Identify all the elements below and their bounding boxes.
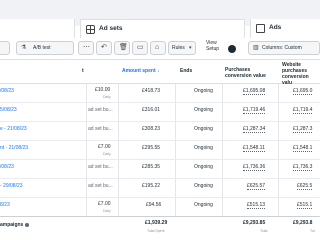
ends-value: Ongoing (194, 126, 213, 132)
purchases-conversion-value: £1,287.34 (243, 126, 266, 133)
tag-icon: ⌂ (155, 44, 160, 51)
ad-set-name[interactable]: e - 21/08/23 (0, 126, 27, 132)
ad-set-name[interactable]: /08/23 (0, 88, 14, 94)
tab-ad-sets[interactable]: Ad sets (80, 19, 245, 38)
tab-ads-label: Ads (269, 24, 282, 31)
website-purchases-conversion-value: £1,719.4 (293, 107, 313, 114)
budget-value: ad set bu... (88, 126, 113, 132)
ad-set-name[interactable]: 8/23 (0, 202, 10, 208)
header-purchases-conversion-value[interactable]: Purchases conversion value (225, 67, 275, 79)
budget-value: ad set bu... (88, 107, 113, 113)
table-row[interactable]: /08/23 ad set bu... £285.35 Ongoing £1,7… (0, 160, 320, 179)
ad-sets-table: t Amount spent ↓ Ends Purchases conversi… (0, 61, 320, 240)
ads-box-icon (256, 24, 265, 33)
total-amount-spent-sub: Total Spent (147, 229, 165, 233)
table-row[interactable]: /08/23 £10.00 Daily £418.73 Ongoing £1,6… (0, 84, 320, 103)
totals-row: ampaigns £1,939.29 Total Spent £9,293.85… (0, 216, 320, 240)
amount-spent: £308.23 (142, 126, 161, 132)
amount-spent: £94.56 (146, 202, 162, 208)
export-button[interactable]: ▭ (132, 41, 148, 55)
view-setup-label: View Setup (206, 40, 220, 52)
budget-value: ad set bu... (88, 183, 113, 189)
budget-value: £10.00 (95, 87, 111, 93)
ends-value: Ongoing (194, 145, 213, 151)
trash-icon: 🗑 (119, 44, 128, 51)
ends-value: Ongoing (194, 183, 213, 189)
purchases-conversion-value: £625.57 (247, 183, 266, 190)
header-amount-spent[interactable]: Amount spent ↓ (122, 68, 160, 74)
columns-icon: ▥ (253, 45, 259, 51)
header-budget[interactable]: t (82, 68, 84, 74)
website-purchases-conversion-value: £515.1 (297, 202, 313, 209)
undo-button[interactable]: ↶ (96, 41, 112, 55)
table-row[interactable]: nt - 21/08/23 £7.00 Daily £295.55 Ongoin… (0, 141, 320, 160)
tag-button[interactable]: ⌂ (150, 41, 166, 55)
total-pcv-sub: Total (260, 229, 268, 233)
ab-test-label: A/B test (33, 45, 51, 51)
ends-value: Ongoing (194, 88, 213, 94)
toolbar: ⚗ A/B test ⋯ ↶ 🗑 ▭ ⌂ Rules ▾ View Setup … (0, 38, 320, 60)
website-purchases-conversion-value: £1,287.3 (293, 126, 313, 133)
more-icon: ⋯ (83, 44, 90, 51)
view-setup-toggle[interactable] (228, 45, 236, 53)
columns-button[interactable]: ▥ Columns: Custom (248, 41, 320, 55)
purchases-conversion-value: £1,719.46 (243, 107, 266, 114)
purchases-conversion-value: £1,548.11 (243, 145, 265, 152)
total-website-purchases-conversion-value: £9,293.8 (293, 220, 313, 226)
amount-spent: £316.01 (142, 107, 161, 113)
ad-sets-grid-icon (86, 25, 95, 34)
amount-spent: £295.55 (142, 145, 161, 151)
totals-label-text: ampaigns (0, 222, 24, 228)
info-icon[interactable] (25, 222, 30, 227)
edit-button[interactable] (0, 41, 10, 55)
budget-value: ad set bu... (88, 164, 113, 170)
total-amount-spent: £1,939.29 (145, 220, 168, 226)
more-options-button[interactable]: ⋯ (78, 41, 94, 55)
export-icon: ▭ (137, 44, 144, 51)
chevron-down-icon: ▾ (189, 45, 192, 51)
header-ends[interactable]: Ends (180, 68, 192, 74)
website-purchases-conversion-value: £1,736.3 (293, 164, 313, 171)
table-row[interactable]: 8/23 £7.00 Daily £94.56 Ongoing £515.13 … (0, 198, 320, 217)
tab-campaigns[interactable] (0, 19, 75, 38)
amount-spent: £285.35 (142, 164, 161, 170)
table-row[interactable]: 5/08/23 ad set bu... £316.01 Ongoing £1,… (0, 103, 320, 122)
rules-button[interactable]: Rules ▾ (168, 41, 196, 55)
total-purchases-conversion-value: £9,293.85 (243, 220, 266, 226)
table-header: t Amount spent ↓ Ends Purchases conversi… (0, 61, 320, 86)
tab-ads[interactable]: Ads (250, 19, 320, 38)
rules-label: Rules (172, 45, 185, 51)
totals-label: ampaigns (0, 222, 30, 228)
total-wpcv-sub: Tot (310, 229, 315, 233)
amount-spent: £418.73 (142, 88, 161, 94)
purchases-conversion-value: £1,736.36 (243, 164, 266, 171)
ad-set-name[interactable]: 5/08/23 (0, 107, 17, 113)
ad-set-name[interactable]: /08/23 (0, 164, 14, 170)
header-website-purchases-conversion-value[interactable]: Website purchases conversion valu (282, 62, 320, 86)
delete-button[interactable]: 🗑 (114, 41, 130, 55)
amount-spent: £195.22 (142, 183, 161, 189)
ab-test-button[interactable]: ⚗ A/B test (16, 41, 74, 55)
purchases-conversion-value: £1,695.08 (243, 88, 266, 95)
budget-sub: Daily (103, 152, 111, 156)
columns-label: Columns: Custom (262, 45, 302, 51)
undo-icon: ↶ (101, 44, 107, 51)
ends-value: Ongoing (194, 202, 213, 208)
website-purchases-conversion-value: £1,548.1 (293, 145, 313, 152)
ab-test-icon: ⚗ (21, 45, 27, 51)
ends-value: Ongoing (194, 164, 213, 170)
purchases-conversion-value: £515.13 (247, 202, 266, 209)
table-row[interactable]: - 29/08/23 ad set bu... £195.22 Ongoing … (0, 179, 320, 198)
table-row[interactable]: e - 21/08/23 ad set bu... £308.23 Ongoin… (0, 122, 320, 141)
budget-sub: Daily (103, 209, 111, 213)
budget-value: £7.00 (98, 144, 111, 150)
tab-ad-sets-label: Ad sets (99, 25, 123, 32)
website-purchases-conversion-value: £625.5 (297, 183, 313, 190)
budget-sub: Daily (103, 95, 111, 99)
ad-set-name[interactable]: - 29/08/23 (0, 183, 23, 189)
ends-value: Ongoing (194, 107, 213, 113)
ad-set-name[interactable]: nt - 21/08/23 (0, 145, 28, 151)
budget-value: £7.00 (98, 201, 111, 207)
website-purchases-conversion-value: £1,695.0 (293, 88, 313, 95)
